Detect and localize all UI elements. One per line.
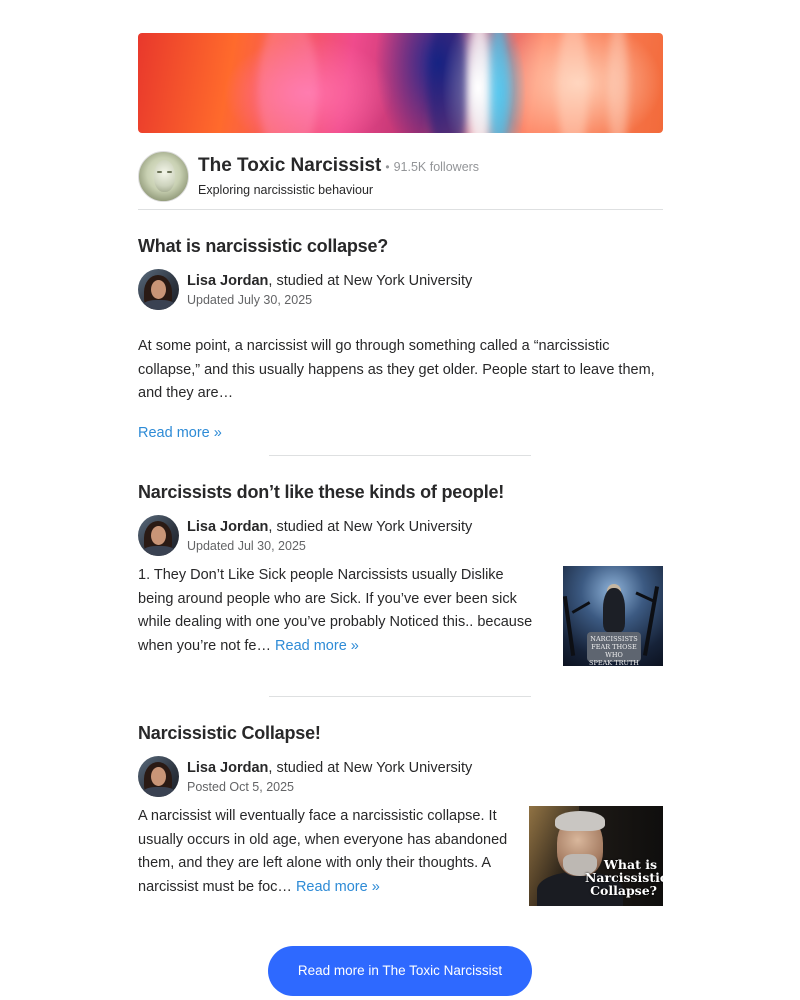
author-row: Lisa Jordan, studied at New York Univers…: [138, 269, 663, 310]
post-card: Narcissistic Collapse! Lisa Jordan, stud…: [138, 723, 663, 906]
read-more-in-space-button[interactable]: Read more in The Toxic Narcissist: [268, 946, 532, 996]
post-card: Narcissists don’t like these kinds of pe…: [138, 482, 663, 666]
post-excerpt[interactable]: At some point, a narcissist will go thro…: [138, 335, 663, 406]
post-title[interactable]: Narcissists don’t like these kinds of pe…: [138, 482, 663, 503]
author-avatar[interactable]: [138, 756, 179, 797]
author-credential: , studied at New York University: [268, 759, 473, 776]
post-date[interactable]: Posted Oct 5, 2025: [187, 780, 472, 794]
separator-dot: •: [385, 160, 390, 174]
read-more-link[interactable]: Read more »: [138, 425, 222, 441]
author-row: Lisa Jordan, studied at New York Univers…: [138, 515, 663, 556]
read-more-link[interactable]: Read more »: [275, 638, 359, 654]
author-avatar[interactable]: [138, 515, 179, 556]
post-title[interactable]: Narcissistic Collapse!: [138, 723, 663, 744]
space-title[interactable]: The Toxic Narcissist: [198, 155, 381, 177]
post-card: What is narcissistic collapse? Lisa Jord…: [138, 236, 663, 445]
post-date[interactable]: Updated July 30, 2025: [187, 293, 472, 307]
thumbnail-caption: NARCISSISTS FEAR THOSE WHO SPEAK TRUTH: [587, 632, 641, 666]
space-banner-image[interactable]: [138, 33, 663, 133]
space-avatar[interactable]: [138, 150, 189, 202]
author-name[interactable]: Lisa Jordan: [187, 519, 268, 535]
post-thumbnail[interactable]: NARCISSISTS FEAR THOSE WHO SPEAK TRUTH: [563, 566, 663, 666]
thumbnail-caption: What is Narcissistic Collapse?: [585, 857, 663, 898]
author-row: Lisa Jordan, studied at New York Univers…: [138, 756, 663, 797]
divider: [138, 209, 663, 210]
space-tagline: Exploring narcissistic behaviour: [198, 183, 374, 197]
space-header: The Toxic Narcissist • 91.5K followers E…: [138, 33, 663, 202]
divider: [269, 455, 531, 456]
post-thumbnail[interactable]: What is Narcissistic Collapse?: [529, 806, 663, 906]
space-info-row: The Toxic Narcissist • 91.5K followers E…: [138, 150, 663, 202]
followers-count: 91.5K followers: [393, 160, 480, 174]
author-name[interactable]: Lisa Jordan: [187, 273, 268, 289]
author-avatar[interactable]: [138, 269, 179, 310]
post-title[interactable]: What is narcissistic collapse?: [138, 236, 663, 257]
author-name[interactable]: Lisa Jordan: [187, 760, 268, 776]
divider: [269, 696, 531, 697]
author-credential: , studied at New York University: [268, 518, 473, 535]
author-credential: , studied at New York University: [268, 272, 473, 289]
read-more-link[interactable]: Read more »: [296, 879, 380, 895]
post-date[interactable]: Updated Jul 30, 2025: [187, 539, 472, 553]
